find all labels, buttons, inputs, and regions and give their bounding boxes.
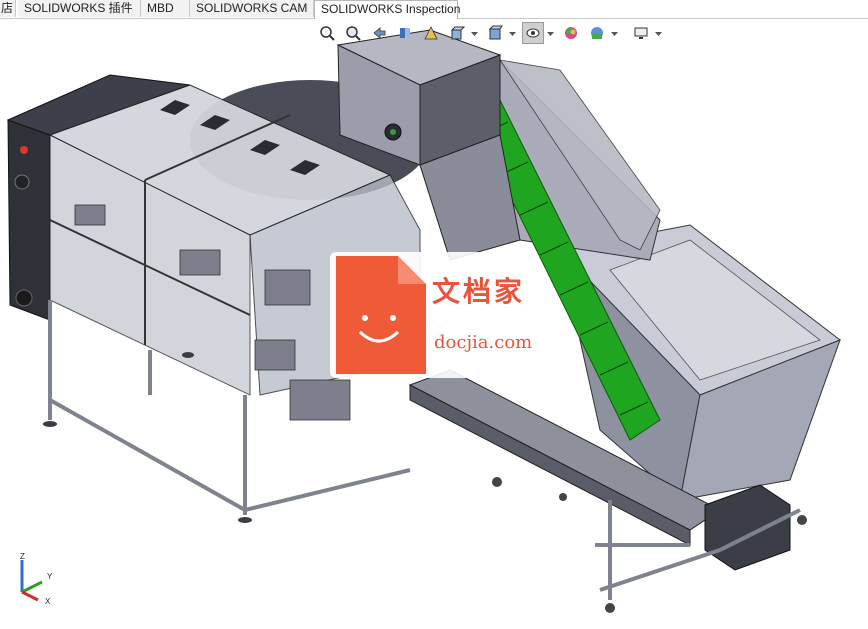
tab-solidworks-cam[interactable]: SOLIDWORKS CAM [190, 0, 314, 17]
triad-z-label: Z [20, 552, 25, 561]
end-drive-box [704, 484, 791, 571]
tab-solidworks-addins[interactable]: SOLIDWORKS 插件 [18, 0, 141, 17]
indicator-knob [14, 174, 30, 190]
previous-view-icon[interactable] [368, 22, 390, 44]
tab-solidworks-inspection[interactable]: SOLIDWORKS Inspection [314, 0, 460, 19]
hide-show-items-icon[interactable] [522, 22, 544, 44]
display-style-dropdown-icon[interactable] [508, 30, 516, 38]
watermark-title: 文档家 [432, 275, 526, 308]
view-orientation-icon[interactable] [446, 22, 468, 44]
triad-y-label: Y [47, 572, 53, 581]
cable-port [15, 289, 33, 307]
tab-partial-store[interactable]: 店 [0, 0, 16, 17]
command-manager-tabs: 店 SOLIDWORKS 插件 MBD SOLIDWORKS CAM SOLID… [0, 0, 868, 19]
view-settings-icon[interactable] [630, 22, 652, 44]
triad-x-label: X [45, 597, 51, 606]
control-cabinet-front [7, 119, 51, 321]
tab-mbd[interactable]: MBD [141, 0, 190, 17]
edit-appearance-icon[interactable] [560, 22, 582, 44]
smiley-eye-right [390, 315, 396, 321]
apply-scene-icon[interactable] [586, 22, 608, 44]
zoom-to-fit-icon[interactable] [316, 22, 338, 44]
watermark-site: docjia.com [434, 332, 533, 353]
view-settings-dropdown-icon[interactable] [654, 30, 662, 38]
drive-motor-hub [390, 129, 396, 135]
display-style-icon[interactable] [484, 22, 506, 44]
section-view-icon[interactable] [394, 22, 416, 44]
dynamic-annotation-icon[interactable] [420, 22, 442, 44]
apply-scene-dropdown-icon[interactable] [610, 30, 618, 38]
hide-show-dropdown-icon[interactable] [546, 30, 554, 38]
graphics-area[interactable] [0, 18, 868, 629]
smiley-eye-left [362, 315, 368, 321]
emergency-stop-button [20, 146, 28, 154]
zoom-to-area-icon[interactable] [342, 22, 364, 44]
view-orientation-dropdown-icon[interactable] [470, 30, 478, 38]
